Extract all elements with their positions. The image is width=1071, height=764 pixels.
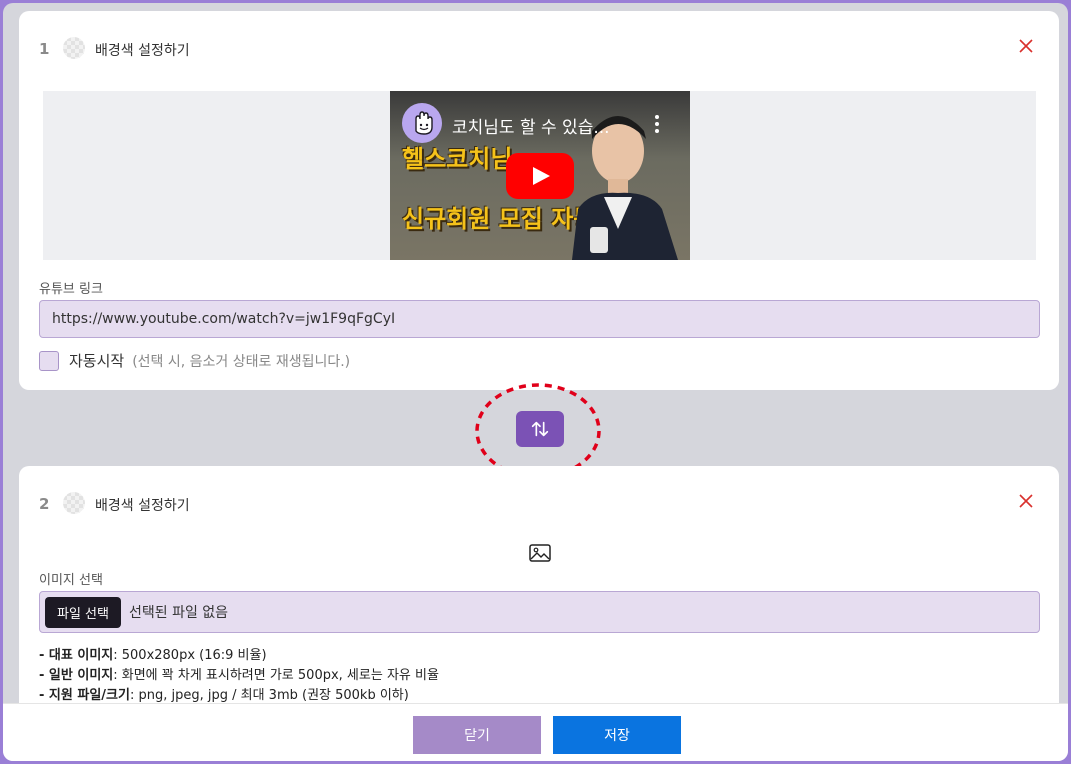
choose-file-button[interactable]: 파일 선택 — [45, 596, 121, 628]
close-icon[interactable] — [1017, 37, 1035, 55]
autoplay-row: 자동시작 (선택 시, 음소거 상태로 재생됩니다.) — [39, 350, 350, 371]
autoplay-hint: (선택 시, 음소거 상태로 재생됩니다.) — [132, 353, 351, 370]
guideline-item: - 일반 이미지: 화면에 꽉 차게 표시하려면 가로 500px, 세로는 자… — [39, 666, 439, 686]
autoplay-label: 자동시작 — [69, 352, 125, 370]
transparent-background-icon[interactable] — [63, 492, 85, 514]
transparent-background-icon[interactable] — [63, 37, 85, 59]
swap-order-button[interactable] — [516, 411, 564, 447]
guideline-key: - 대표 이미지 — [39, 648, 114, 663]
image-select-label: 이미지 선택 — [39, 573, 103, 588]
guideline-value: : 500x280px (16:9 비율) — [113, 648, 267, 663]
block-title: 배경색 설정하기 — [95, 498, 190, 514]
channel-avatar-icon[interactable] — [402, 103, 442, 143]
block-number: 2 — [39, 495, 50, 513]
youtube-link-label: 유튜브 링크 — [39, 282, 103, 297]
guideline-value: : 화면에 꽉 차게 표시하려면 가로 500px, 세로는 자유 비율 — [113, 668, 439, 683]
play-icon[interactable] — [506, 153, 574, 199]
block-header: 1 배경색 설정하기 — [19, 11, 1059, 67]
modal-footer: 닫기 저장 — [3, 703, 1068, 761]
block-number: 1 — [39, 40, 50, 58]
block-header: 2 배경색 설정하기 — [19, 466, 1059, 522]
guideline-key: - 지원 파일/크기 — [39, 688, 130, 703]
close-icon[interactable] — [1017, 492, 1035, 510]
content-block-1: 1 배경색 설정하기 헬스코치님 신규회원 모집 자동화 코치님도 할 수 있습… — [19, 11, 1059, 390]
thumbnail-text-line1: 헬스코치님 — [402, 145, 513, 173]
video-title: 코치님도 할 수 있습... — [452, 118, 610, 138]
file-status-text: 선택된 파일 없음 — [128, 605, 229, 621]
more-options-icon[interactable] — [654, 113, 660, 135]
autoplay-checkbox[interactable] — [39, 350, 59, 371]
modal-frame: 1 배경색 설정하기 헬스코치님 신규회원 모집 자동화 코치님도 할 수 있습… — [3, 3, 1068, 761]
image-icon — [529, 544, 551, 562]
swap-arrows-icon — [531, 421, 549, 437]
close-button[interactable]: 닫기 — [413, 716, 541, 754]
youtube-video-thumbnail[interactable]: 헬스코치님 신규회원 모집 자동화 코치님도 할 수 있습... — [390, 91, 690, 260]
save-button[interactable]: 저장 — [553, 716, 681, 754]
guideline-key: - 일반 이미지 — [39, 668, 114, 683]
file-input[interactable]: 파일 선택 선택된 파일 없음 — [39, 591, 1040, 633]
guideline-value: : png, jpeg, jpg / 최대 3mb (권장 500kb 이하) — [129, 688, 409, 703]
youtube-link-input[interactable]: https://www.youtube.com/watch?v=jw1F9qFg… — [39, 300, 1040, 338]
image-guidelines: - 대표 이미지: 500x280px (16:9 비율) - 일반 이미지: … — [39, 646, 439, 706]
block-title: 배경색 설정하기 — [95, 43, 190, 59]
guideline-item: - 대표 이미지: 500x280px (16:9 비율) — [39, 646, 439, 666]
video-preview-area: 헬스코치님 신규회원 모집 자동화 코치님도 할 수 있습... — [43, 91, 1036, 260]
